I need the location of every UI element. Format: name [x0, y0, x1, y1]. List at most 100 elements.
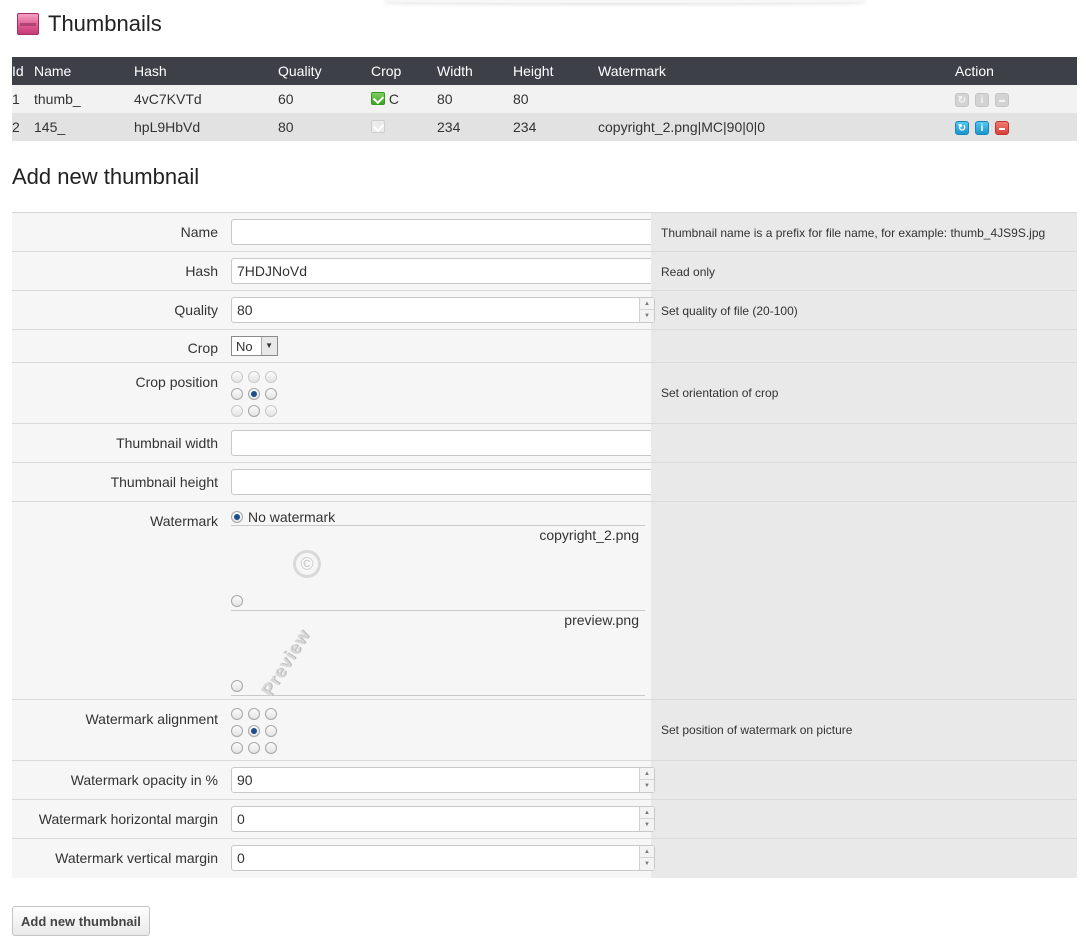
crop-select-value: No — [236, 338, 253, 354]
table-row: 2 145_ hpL9HbVd 80 234 234 copyright_2.p… — [12, 113, 1077, 141]
column-header-height[interactable]: Height — [513, 57, 598, 85]
crop-label: C — [388, 91, 400, 107]
spin-down-icon[interactable]: ▼ — [640, 819, 654, 831]
spin-down-icon[interactable]: ▼ — [640, 780, 654, 792]
quality-input[interactable] — [231, 297, 655, 323]
column-header-watermark[interactable]: Watermark — [598, 57, 955, 85]
alignment-radio[interactable] — [265, 742, 277, 754]
cell-height: 80 — [513, 85, 598, 113]
horizontal-margin-input[interactable] — [231, 806, 655, 832]
chevron-down-icon: ▼ — [260, 337, 277, 355]
cell-quality: 80 — [278, 113, 371, 141]
column-header-crop[interactable]: Crop — [371, 57, 437, 85]
crop-position-radio[interactable] — [231, 405, 243, 417]
alignment-radio[interactable] — [265, 708, 277, 720]
crop-position-radio[interactable] — [231, 388, 243, 400]
alignment-radio[interactable] — [231, 742, 243, 754]
form-row-horizontal-margin: Watermark horizontal margin ▲▼ — [12, 800, 1077, 839]
vertical-margin-spinner: ▲▼ — [231, 845, 655, 871]
hash-label: Hash — [12, 252, 225, 290]
cell-actions: ↻ i — [955, 113, 1077, 141]
alignment-radio[interactable] — [231, 725, 243, 737]
table-header-row: Id Name Hash Quality Crop Width Height W… — [12, 57, 1077, 85]
crop-disabled-check-icon — [371, 119, 385, 133]
cell-height: 234 — [513, 113, 598, 141]
horizontal-margin-label: Watermark horizontal margin — [12, 800, 225, 838]
cell-crop: C — [371, 85, 437, 113]
column-header-id[interactable]: Id — [12, 57, 34, 85]
refresh-icon: ↻ — [955, 93, 969, 108]
delete-icon — [995, 93, 1009, 108]
form-row-width: Thumbnail width — [12, 424, 1077, 463]
alignment-radio[interactable] — [248, 742, 260, 754]
hash-input[interactable] — [231, 258, 655, 284]
crop-enabled-check-icon — [371, 91, 385, 105]
alignment-radio[interactable] — [265, 725, 277, 737]
cell-id: 2 — [12, 113, 34, 141]
name-label: Name — [12, 213, 225, 251]
cell-name: thumb_ — [34, 85, 134, 113]
spin-up-icon[interactable]: ▲ — [640, 846, 654, 858]
add-new-thumbnail-button[interactable]: Add new thumbnail — [12, 906, 150, 936]
crop-position-label: Crop position — [12, 363, 225, 423]
thumbnails-table: Id Name Hash Quality Crop Width Height W… — [12, 57, 1077, 141]
name-input[interactable] — [231, 219, 655, 245]
info-icon: i — [975, 93, 989, 108]
vertical-margin-input[interactable] — [231, 845, 655, 871]
column-header-action: Action — [955, 57, 1077, 85]
crop-select[interactable]: No ▼ — [231, 336, 278, 356]
thumbnail-app-icon — [17, 13, 39, 35]
crop-position-radio-selected[interactable] — [248, 388, 260, 400]
watermark-label: Watermark — [12, 502, 225, 699]
spin-down-icon[interactable]: ▼ — [640, 858, 654, 870]
form-row-opacity: Watermark opacity in % ▲▼ — [12, 761, 1077, 800]
no-watermark-radio[interactable] — [231, 511, 243, 523]
preview-watermark-image: Preview — [257, 625, 314, 700]
hash-hint: Read only — [651, 252, 1077, 290]
crop-position-radio[interactable] — [265, 371, 277, 383]
watermark-radio-copyright[interactable] — [231, 595, 243, 607]
column-header-name[interactable]: Name — [34, 57, 134, 85]
crop-label: Crop — [12, 330, 225, 362]
page-header: Thumbnails — [17, 9, 162, 39]
spin-up-icon[interactable]: ▲ — [640, 768, 654, 780]
alignment-radio-selected[interactable] — [248, 725, 260, 737]
cell-crop — [371, 113, 437, 141]
watermark-option-copyright: copyright_2.png © — [231, 526, 651, 610]
alignment-radio[interactable] — [231, 708, 243, 720]
column-header-hash[interactable]: Hash — [134, 57, 278, 85]
watermark-file-name: copyright_2.png — [539, 527, 639, 543]
crop-position-grid — [231, 370, 651, 417]
watermark-alignment-grid — [231, 707, 651, 754]
height-input[interactable] — [231, 469, 655, 495]
spin-down-icon[interactable]: ▼ — [640, 310, 654, 322]
column-header-quality[interactable]: Quality — [278, 57, 371, 85]
watermark-radio-preview[interactable] — [231, 680, 243, 692]
top-shadow-decoration — [385, 0, 865, 3]
alignment-radio[interactable] — [248, 708, 260, 720]
width-input[interactable] — [231, 430, 655, 456]
form-row-quality: Quality ▲▼ Set quality of file (20-100) — [12, 291, 1077, 330]
spin-up-icon[interactable]: ▲ — [640, 807, 654, 819]
info-icon[interactable]: i — [975, 121, 989, 136]
spin-up-icon[interactable]: ▲ — [640, 298, 654, 310]
delete-icon[interactable] — [995, 121, 1009, 136]
crop-position-radio[interactable] — [231, 371, 243, 383]
form-row-height: Thumbnail height — [12, 463, 1077, 502]
crop-position-radio[interactable] — [248, 371, 260, 383]
form-row-vertical-margin: Watermark vertical margin ▲▼ — [12, 839, 1077, 878]
quality-hint: Set quality of file (20-100) — [651, 291, 1077, 329]
refresh-icon[interactable]: ↻ — [955, 121, 969, 136]
crop-position-radio[interactable] — [265, 388, 277, 400]
column-header-width[interactable]: Width — [437, 57, 513, 85]
watermark-option-preview: preview.png Preview — [231, 611, 651, 700]
opacity-spinner: ▲▼ — [231, 767, 655, 793]
cell-hash: 4vC7KVTd — [134, 85, 278, 113]
table-row: 1 thumb_ 4vC7KVTd 60 C 80 80 ↻ i — [12, 85, 1077, 113]
watermark-alignment-label: Watermark alignment — [12, 700, 225, 760]
watermark-file-name: preview.png — [564, 612, 639, 628]
crop-position-radio[interactable] — [248, 405, 260, 417]
crop-position-radio[interactable] — [265, 405, 277, 417]
width-label: Thumbnail width — [12, 424, 225, 462]
opacity-input[interactable] — [231, 767, 655, 793]
